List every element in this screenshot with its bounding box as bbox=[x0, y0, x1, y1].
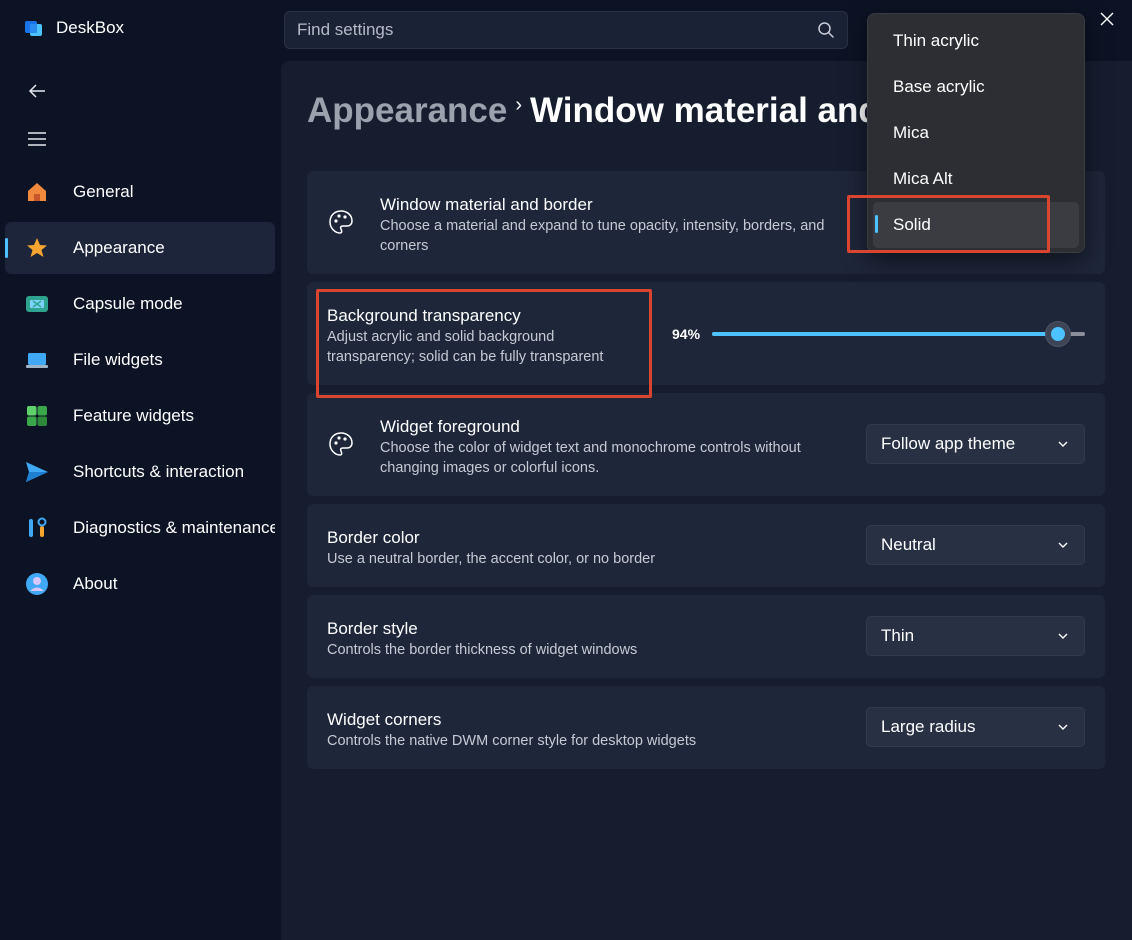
sidebar-item-feature-widgets[interactable]: Feature widgets bbox=[5, 390, 275, 442]
sidebar-item-capsule-mode[interactable]: Capsule mode bbox=[5, 278, 275, 330]
palette-icon bbox=[327, 208, 355, 236]
send-icon bbox=[24, 459, 50, 485]
close-icon bbox=[1100, 12, 1114, 26]
laptop-icon bbox=[24, 347, 50, 373]
person-icon bbox=[24, 571, 50, 597]
chevron-down-icon bbox=[1058, 633, 1068, 639]
sidebar-nav: General Appearance Capsule mode File wid… bbox=[5, 166, 275, 614]
sidebar-item-shortcuts-interaction[interactable]: Shortcuts & interaction bbox=[5, 446, 275, 498]
card-title: Border color bbox=[327, 528, 420, 547]
capsule-icon bbox=[24, 291, 50, 317]
sidebar-item-label: Feature widgets bbox=[73, 406, 194, 425]
sidebar-item-label: Diagnostics & maintenance bbox=[73, 518, 275, 537]
sidebar-item-label: Shortcuts & interaction bbox=[73, 462, 245, 481]
border-style-card: Border style Controls the border thickne… bbox=[307, 595, 1105, 678]
breadcrumb-parent[interactable]: Appearance bbox=[307, 91, 507, 131]
dropdown-value: Thin bbox=[881, 626, 915, 645]
card-description: Choose a material and expand to tune opa… bbox=[380, 218, 825, 254]
star-icon bbox=[24, 235, 50, 261]
card-description: Use a neutral border, the accent color, … bbox=[327, 551, 656, 567]
card-title: Widget corners bbox=[327, 710, 442, 729]
flyout-option-mica[interactable]: Mica bbox=[873, 110, 1079, 156]
sidebar-item-appearance[interactable]: Appearance bbox=[5, 222, 275, 274]
sidebar-item-label: Capsule mode bbox=[73, 294, 183, 313]
sidebar-item-label: Appearance bbox=[73, 238, 165, 257]
flyout-option-thin-acrylic[interactable]: Thin acrylic bbox=[873, 18, 1079, 64]
grid-icon bbox=[24, 403, 50, 429]
slider-fill bbox=[712, 332, 1058, 336]
card-description: Controls the border thickness of widget … bbox=[327, 642, 638, 658]
transparency-slider-track[interactable] bbox=[712, 321, 1085, 347]
chevron-down-icon bbox=[1058, 542, 1068, 548]
back-button[interactable] bbox=[24, 78, 50, 104]
palette-icon bbox=[327, 430, 355, 458]
flyout-option-solid[interactable]: Solid bbox=[873, 202, 1079, 248]
card-title: Widget foreground bbox=[380, 417, 520, 436]
tools-icon bbox=[24, 515, 50, 541]
sidebar-item-label: File widgets bbox=[73, 350, 163, 369]
card-description: Controls the native DWM corner style for… bbox=[327, 733, 697, 749]
widget-foreground-card: Widget foreground Choose the color of wi… bbox=[307, 393, 1105, 496]
slider-value-label: 94% bbox=[672, 326, 701, 342]
dropdown-value: Large radius bbox=[881, 717, 976, 736]
app-window: DeskBox General bbox=[0, 0, 1132, 940]
hamburger-icon bbox=[28, 132, 46, 146]
slider-thumb[interactable] bbox=[1045, 321, 1071, 347]
search-input[interactable] bbox=[297, 20, 817, 40]
background-transparency-card: Background transparency Adjust acrylic a… bbox=[307, 282, 1105, 385]
flyout-option-base-acrylic[interactable]: Base acrylic bbox=[873, 64, 1079, 110]
widget-corners-card: Widget corners Controls the native DWM c… bbox=[307, 686, 1105, 769]
card-description: Choose the color of widget text and mono… bbox=[380, 440, 801, 476]
dropdown-value: Neutral bbox=[881, 535, 936, 554]
close-button[interactable] bbox=[1096, 8, 1118, 30]
card-title: Window material and border bbox=[380, 195, 593, 214]
search-icon[interactable] bbox=[817, 21, 835, 39]
sidebar-item-file-widgets[interactable]: File widgets bbox=[5, 334, 275, 386]
widget-corners-dropdown[interactable]: Large radius bbox=[866, 707, 1085, 747]
border-color-dropdown[interactable]: Neutral bbox=[866, 525, 1085, 565]
app-title-text: DeskBox bbox=[56, 18, 125, 37]
search-box[interactable] bbox=[284, 11, 848, 49]
card-description: Adjust acrylic and solid background tran… bbox=[327, 329, 604, 365]
dropdown-value: Follow app theme bbox=[881, 434, 1016, 453]
sidebar-item-diagnostics-maintenance[interactable]: Diagnostics & maintenance bbox=[5, 502, 275, 554]
deskbox-logo-icon bbox=[25, 21, 42, 36]
chevron-down-icon bbox=[1058, 724, 1068, 730]
widget-foreground-dropdown[interactable]: Follow app theme bbox=[866, 424, 1085, 464]
sidebar-item-label: General bbox=[73, 182, 134, 201]
card-title: Background transparency bbox=[327, 306, 521, 325]
app-title: DeskBox bbox=[24, 18, 124, 38]
breadcrumb-separator: › bbox=[515, 93, 523, 116]
flyout-option-mica-alt[interactable]: Mica Alt bbox=[873, 156, 1079, 202]
card-title: Border style bbox=[327, 619, 418, 638]
sidebar-item-general[interactable]: General bbox=[5, 166, 275, 218]
home-icon bbox=[24, 179, 50, 205]
sidebar-item-about[interactable]: About bbox=[5, 558, 275, 610]
sidebar-item-label: About bbox=[73, 574, 118, 593]
chevron-down-icon bbox=[1058, 441, 1068, 447]
material-flyout-menu: Thin acrylic Base acrylic Mica Mica Alt … bbox=[867, 13, 1085, 253]
back-arrow-icon bbox=[28, 84, 45, 98]
border-color-card: Border color Use a neutral border, the a… bbox=[307, 504, 1105, 587]
border-style-dropdown[interactable]: Thin bbox=[866, 616, 1085, 656]
hamburger-menu-button[interactable] bbox=[24, 126, 50, 152]
